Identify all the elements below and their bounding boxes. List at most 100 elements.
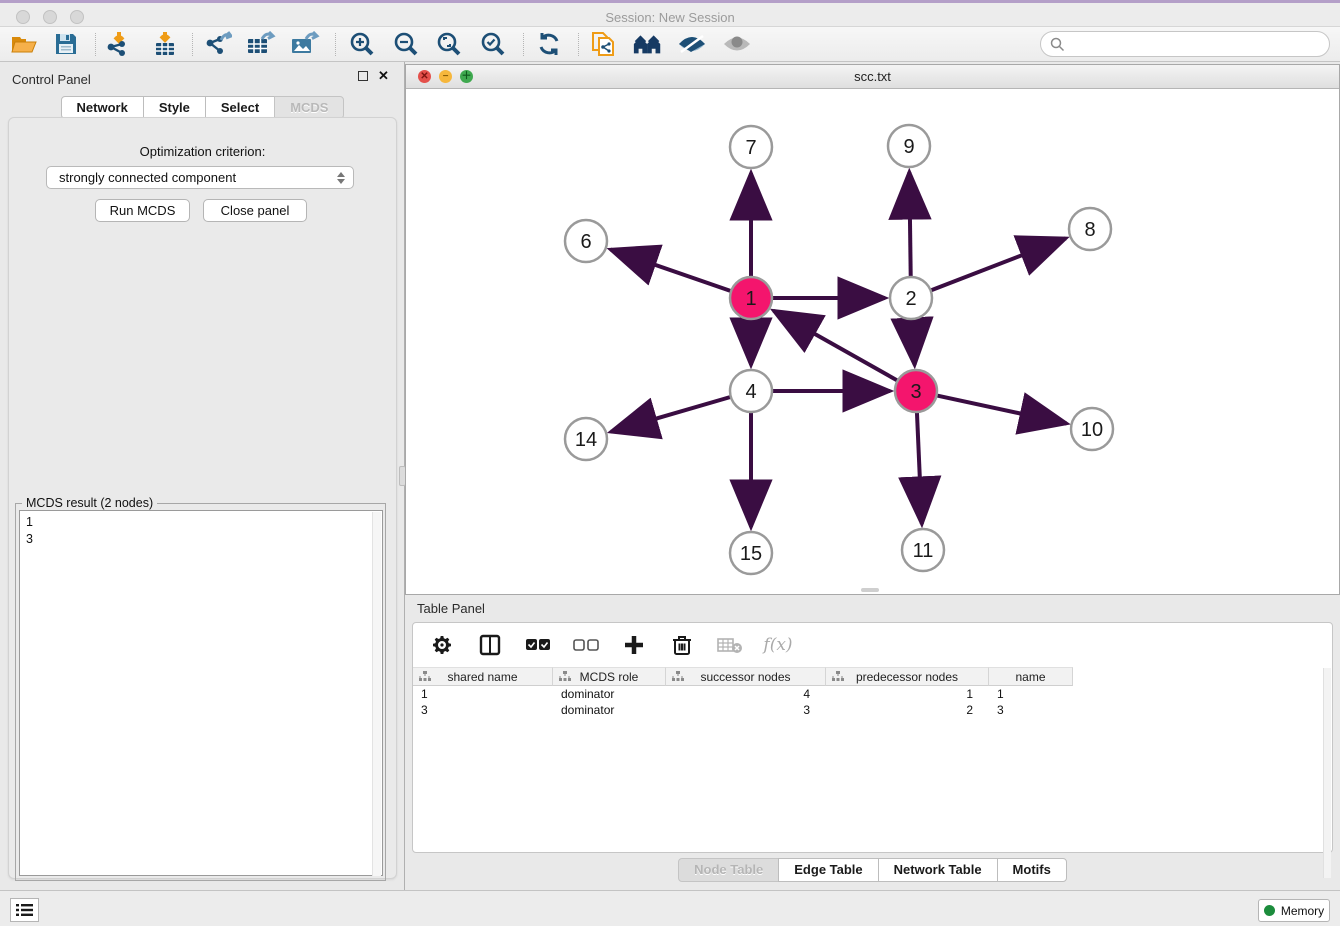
mcds-result-title: MCDS result (2 nodes) (22, 496, 157, 510)
graph-node-7[interactable]: 7 (730, 126, 772, 168)
export-image-icon[interactable] (289, 30, 321, 58)
deselect-all-icon[interactable] (573, 632, 599, 658)
graph-node-1[interactable]: 1 (730, 277, 772, 319)
graph-node-14[interactable]: 14 (565, 418, 607, 460)
table-panel: Table Panel ✕ (405, 595, 1340, 890)
svg-text:4: 4 (745, 381, 756, 403)
control-panel-title: Control Panel (12, 72, 91, 87)
graph-node-10[interactable]: 10 (1071, 408, 1113, 450)
table-scrollbar[interactable] (1323, 668, 1331, 878)
graph-node-2[interactable]: 2 (890, 277, 932, 319)
graph-node-8[interactable]: 8 (1069, 208, 1111, 250)
import-table-icon[interactable] (149, 30, 181, 58)
graph-edge-2-9[interactable] (909, 172, 910, 277)
graph-edge-2-3[interactable] (912, 319, 914, 365)
svg-text:6: 6 (580, 231, 591, 253)
node-table-card: f(x) shared name MCDS rolesuccessor nodes… (412, 622, 1333, 853)
table-cell: dominator (553, 702, 666, 718)
table-cell: dominator (553, 686, 666, 702)
memory-label: Memory (1281, 904, 1324, 918)
column-header-name[interactable]: name (989, 667, 1073, 686)
settings-gear-icon[interactable] (429, 632, 455, 658)
table-row[interactable]: 3dominator323 (413, 702, 1332, 718)
network-canvas[interactable]: 7 9 6 8 1 2 4 3 14 10 15 11 (406, 89, 1339, 594)
delete-column-icon[interactable] (669, 632, 695, 658)
status-bar: Memory (0, 890, 1340, 926)
tab-motifs[interactable]: Motifs (997, 858, 1067, 882)
show-all-icon[interactable] (721, 30, 753, 58)
table-cell: 4 (666, 686, 826, 702)
zoom-selected-icon[interactable] (477, 30, 509, 58)
export-network-icon[interactable] (202, 30, 234, 58)
criterion-value: strongly connected component (59, 170, 236, 185)
result-scrollbar[interactable] (372, 512, 381, 876)
float-panel-icon[interactable] (358, 71, 368, 81)
open-session-icon[interactable] (8, 30, 40, 58)
tab-network-table[interactable]: Network Table (878, 858, 998, 882)
tab-mcds[interactable]: MCDS (274, 96, 344, 119)
memory-button[interactable]: Memory (1258, 899, 1330, 922)
first-neighbors-icon[interactable] (632, 30, 664, 58)
tab-edge-table[interactable]: Edge Table (778, 858, 878, 882)
graph-edge-3-11[interactable] (917, 412, 922, 524)
network-frame-title: scc.txt (406, 69, 1339, 84)
clone-network-icon[interactable] (588, 30, 620, 58)
zoom-fit-icon[interactable] (433, 30, 465, 58)
graph-edge-3-10[interactable] (937, 395, 1067, 423)
column-header-successor-nodes[interactable]: successor nodes (666, 667, 826, 686)
close-panel-icon[interactable]: ✕ (378, 71, 389, 81)
tab-style[interactable]: Style (143, 96, 206, 119)
zoom-in-icon[interactable] (346, 30, 378, 58)
hide-selected-icon[interactable] (676, 30, 708, 58)
tab-node-table[interactable]: Node Table (678, 858, 779, 882)
toolbar-separator (95, 33, 96, 56)
canvas-scrollbar-handle[interactable] (861, 588, 879, 592)
graph-node-4[interactable]: 4 (730, 370, 772, 412)
table-cell: 1 (989, 686, 1073, 702)
task-history-button[interactable] (10, 898, 39, 922)
table-header-row: shared name MCDS rolesuccessor nodesprede… (413, 667, 1332, 686)
close-panel-button[interactable]: Close panel (203, 199, 307, 222)
function-builder-icon: f(x) (765, 632, 791, 658)
column-label: shared name (447, 670, 517, 684)
column-header-predecessor-nodes[interactable]: predecessor nodes (826, 667, 989, 686)
import-network-icon[interactable] (102, 30, 134, 58)
tab-select[interactable]: Select (205, 96, 275, 119)
search-input[interactable] (1065, 34, 1329, 54)
svg-text:10: 10 (1081, 419, 1103, 441)
graph-node-3[interactable]: 3 (895, 370, 937, 412)
criterion-select[interactable]: strongly connected component (46, 166, 354, 189)
graph-edge-2-8[interactable] (931, 238, 1066, 290)
refresh-icon[interactable] (533, 30, 565, 58)
graph-node-6[interactable]: 6 (565, 220, 607, 262)
column-header-shared-name[interactable]: shared name (413, 667, 553, 686)
split-panel-icon[interactable] (477, 632, 503, 658)
select-all-icon[interactable] (525, 632, 551, 658)
graph-node-9[interactable]: 9 (888, 125, 930, 167)
optimization-criterion-label: Optimization criterion: (9, 144, 396, 159)
mcds-panel: Optimization criterion: strongly connect… (8, 117, 397, 879)
graph-node-11[interactable]: 11 (902, 529, 944, 571)
export-table-icon[interactable] (245, 30, 277, 58)
table-rows: 1dominator4113dominator323 (413, 686, 1332, 718)
svg-text:9: 9 (903, 136, 914, 158)
search-field[interactable] (1040, 31, 1330, 57)
graph-node-15[interactable]: 15 (730, 532, 772, 574)
table-row[interactable]: 1dominator411 (413, 686, 1332, 702)
add-column-icon[interactable] (621, 632, 647, 658)
table-panel-title: Table Panel (417, 601, 485, 616)
run-mcds-button[interactable]: Run MCDS (95, 199, 190, 222)
control-panel-buttons: ✕ (358, 71, 389, 81)
svg-text:8: 8 (1084, 219, 1095, 241)
graph-edge-1-6[interactable] (611, 249, 732, 291)
save-session-icon[interactable] (50, 30, 82, 58)
graph-edge-4-14[interactable] (611, 397, 731, 432)
zoom-out-icon[interactable] (390, 30, 422, 58)
tab-network[interactable]: Network (61, 96, 144, 119)
main-toolbar (0, 27, 1340, 62)
window-title: Session: New Session (0, 10, 1340, 25)
svg-text:3: 3 (910, 381, 921, 403)
graph-edge-3-1[interactable] (774, 311, 898, 381)
mcds-result-text[interactable]: 1 3 (19, 510, 383, 876)
column-header-MCDS-role[interactable]: MCDS role (553, 667, 666, 686)
